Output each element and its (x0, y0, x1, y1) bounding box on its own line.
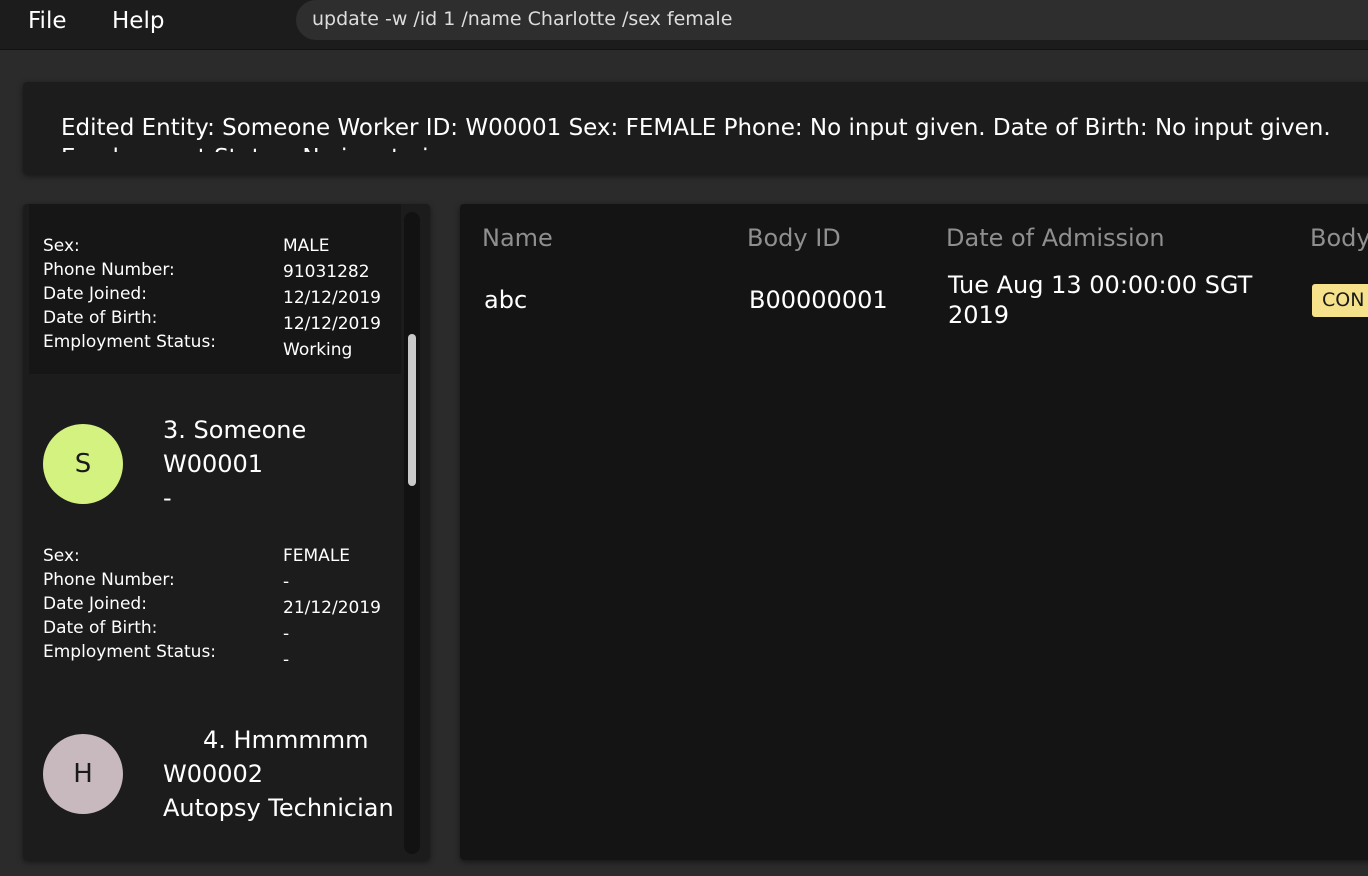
sex-value: FEMALE (283, 546, 351, 566)
worker-id: W00002 (163, 760, 264, 788)
previous-card-details: Sex: Phone Number: Date Joined: Date of … (29, 204, 401, 374)
sex-label: Sex: (43, 546, 80, 566)
dob-label: Date of Birth: (43, 618, 158, 638)
status-label: Employment Status: (43, 642, 217, 662)
column-header-body-status[interactable]: Body (1310, 224, 1368, 252)
menu-bar: File Help update -w /id 1 /name Charlott… (0, 0, 1368, 50)
worker-name: 3. Someone (163, 416, 307, 444)
scrollbar-track[interactable] (404, 212, 420, 854)
result-message: Edited Entity: Someone Worker ID: W00001… (61, 115, 1331, 152)
menu-file[interactable]: File (28, 8, 67, 34)
date-joined-value: 12/12/2019 (283, 288, 381, 308)
cell-name: abc (484, 286, 528, 314)
command-input[interactable]: update -w /id 1 /name Charlotte /sex fem… (296, 0, 1368, 40)
dob-label: Date of Birth: (43, 308, 158, 328)
sex-value: MALE (283, 236, 330, 256)
sex-label: Sex: (43, 236, 80, 256)
result-display: Edited Entity: Someone Worker ID: W00001… (23, 82, 1368, 174)
worker-designation: - (163, 484, 172, 512)
column-header-date-of-admission[interactable]: Date of Admission (946, 224, 1165, 252)
phone-value: - (283, 572, 290, 592)
column-header-name[interactable]: Name (482, 224, 553, 252)
worker-id: W00001 (163, 450, 264, 478)
command-input-text: update -w /id 1 /name Charlotte /sex fem… (312, 8, 733, 30)
status-label: Employment Status: (43, 332, 217, 352)
phone-label: Phone Number: (43, 260, 175, 280)
status-value: - (283, 650, 290, 670)
menu-help[interactable]: Help (112, 8, 164, 34)
worker-list-panel[interactable]: Sex: Phone Number: Date Joined: Date of … (23, 204, 430, 860)
status-badge: CON (1312, 284, 1368, 317)
phone-label: Phone Number: (43, 570, 175, 590)
status-value: Working (283, 340, 353, 360)
body-table-panel: Name Body ID Date of Admission Body abc … (460, 204, 1368, 860)
scrollbar-thumb[interactable] (408, 334, 416, 486)
date-joined-value: 21/12/2019 (283, 598, 381, 618)
avatar: S (43, 424, 123, 504)
cell-date-of-admission: Tue Aug 13 00:00:00 SGT 2019 (948, 271, 1253, 329)
worker-designation: Autopsy Technician (163, 794, 394, 822)
date-joined-label: Date Joined: (43, 594, 147, 614)
phone-value: 91031282 (283, 262, 370, 282)
column-header-body-id[interactable]: Body ID (747, 224, 841, 252)
avatar: H (43, 734, 123, 814)
dob-value: - (283, 624, 290, 644)
date-joined-label: Date Joined: (43, 284, 147, 304)
cell-body-id: B00000001 (749, 286, 888, 314)
worker-name: 4. Hmmmmm (203, 726, 369, 754)
dob-value: 12/12/2019 (283, 314, 381, 334)
